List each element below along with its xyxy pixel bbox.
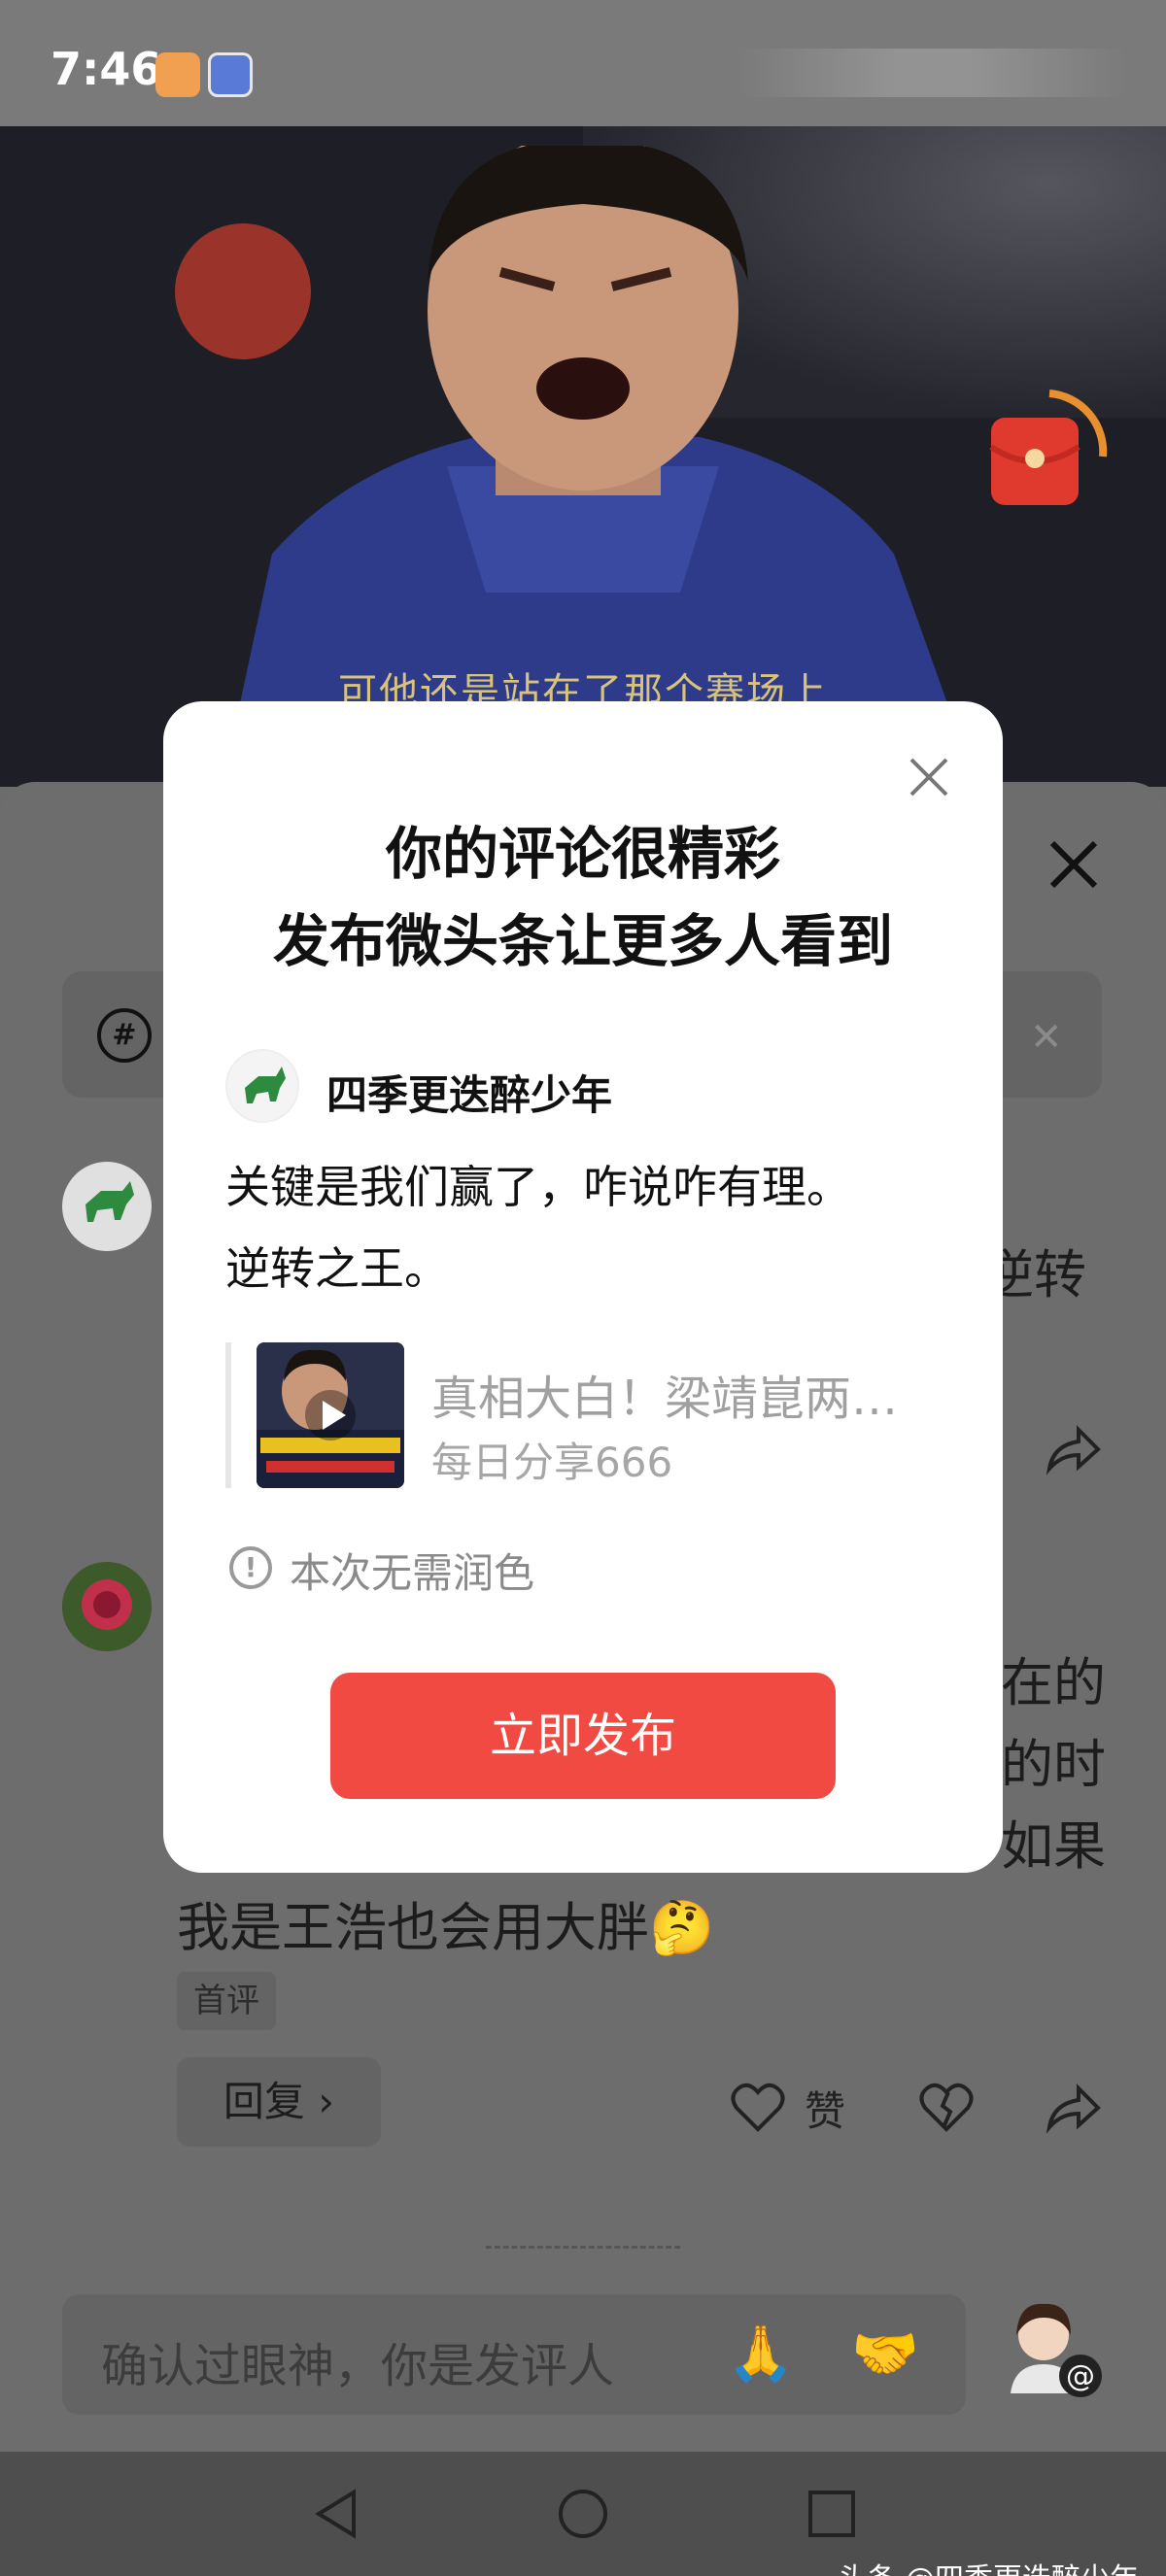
reply-button[interactable]: 回复 ›: [177, 2057, 381, 2147]
app-notification-icon: [208, 52, 253, 97]
status-time: 7:46: [51, 43, 162, 95]
status-icons-blurred: [738, 49, 1127, 97]
scroll-indicator: [486, 2246, 680, 2252]
like-icon[interactable]: [729, 2079, 787, 2137]
like-label[interactable]: 赞: [805, 2079, 845, 2138]
close-icon[interactable]: [1045, 835, 1103, 894]
username: 四季更迭醉少年: [326, 1071, 613, 1119]
publish-button[interactable]: 立即发布: [330, 1673, 836, 1799]
comment-input-placeholder: 确认过眼神，你是发评人: [101, 2339, 615, 2393]
comment-text-fragment: 的时: [1001, 1734, 1106, 1795]
article-thumbnail[interactable]: [257, 1342, 404, 1488]
dialog-close-icon[interactable]: [908, 756, 950, 798]
article-source: 每日分享666: [431, 1439, 673, 1486]
article-title[interactable]: 真相大白！梁靖崑两…: [431, 1360, 937, 1428]
status-bar: 7:46: [0, 0, 1166, 126]
handshake-emoji-button[interactable]: 🤝: [851, 2322, 919, 2386]
avatar[interactable]: [62, 1162, 152, 1251]
quote-divider: [225, 1342, 231, 1488]
pray-emoji-button[interactable]: 🙏: [727, 2322, 795, 2386]
mention-avatar-icon[interactable]: @: [1001, 2296, 1108, 2403]
comment-text-line1: 关键是我们赢了，咋说咋有理。: [225, 1161, 851, 1213]
avatar[interactable]: [62, 1562, 152, 1651]
dialog-title-line2: 发布微头条让更多人看到: [272, 908, 893, 974]
dialog-title-line1: 你的评论很精彩: [385, 821, 780, 887]
svg-text:@: @: [1066, 2359, 1095, 2393]
comment-text-fragment: 在的: [1001, 1652, 1106, 1713]
comment-text: 我是王浩也会用大胖🤔: [177, 1897, 715, 1958]
back-nav-icon[interactable]: [309, 2487, 363, 2541]
heart-app-icon: [155, 52, 200, 97]
dislike-icon[interactable]: [917, 2079, 976, 2137]
share-icon[interactable]: [1044, 1420, 1102, 1478]
red-packet-icon[interactable]: [981, 389, 1108, 515]
topic-close-icon[interactable]: ✕: [1030, 1015, 1063, 1060]
comment-text-fragment: 如果: [1001, 1815, 1106, 1877]
hashtag-icon: #: [97, 1008, 152, 1063]
recent-apps-nav-icon[interactable]: [805, 2487, 859, 2541]
comment-text-line2: 逆转之王。: [225, 1242, 449, 1295]
first-comment-badge: 首评: [177, 1972, 276, 2030]
user-avatar: [225, 1049, 299, 1123]
home-nav-icon[interactable]: [556, 2487, 610, 2541]
watermark: 头条 @四季更迭醉少年: [838, 2555, 1139, 2576]
notice-text: 本次无需润色: [290, 1549, 535, 1597]
info-icon: !: [229, 1546, 272, 1589]
share-icon[interactable]: [1044, 2079, 1102, 2137]
video-player[interactable]: 可他还是站在了那个赛场上: [0, 126, 1166, 787]
